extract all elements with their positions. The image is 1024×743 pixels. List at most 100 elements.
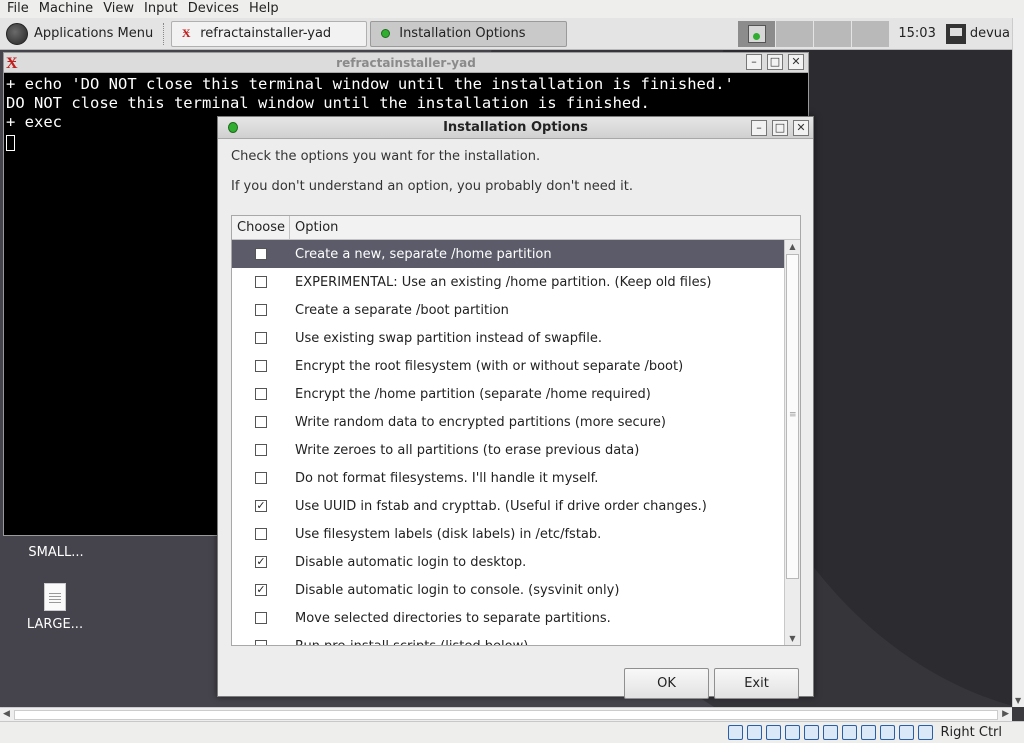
menu-file[interactable]: File bbox=[0, 0, 34, 18]
option-row[interactable]: Create a new, separate /home partition bbox=[232, 240, 785, 268]
audio-icon[interactable] bbox=[765, 725, 781, 740]
menu-view[interactable]: View bbox=[98, 0, 139, 18]
video-capture-icon[interactable] bbox=[860, 725, 876, 740]
terminal-titlebar[interactable]: Ӿ refractainstaller-yad – □ ✕ bbox=[4, 53, 808, 73]
option-row[interactable]: Move selected directories to separate pa… bbox=[232, 604, 785, 632]
panel-clock[interactable]: 15:03 bbox=[890, 26, 941, 41]
terminal-line: + exec bbox=[6, 113, 62, 131]
shared-folders-icon[interactable] bbox=[822, 725, 838, 740]
refracta-installer-icon: Ӿ bbox=[181, 26, 191, 40]
terminal-title: refractainstaller-yad bbox=[336, 55, 476, 70]
option-checkbox-cell bbox=[232, 416, 290, 428]
option-label: Use existing swap partition instead of s… bbox=[295, 330, 602, 346]
option-row[interactable]: Run pre-install scripts (listed below) bbox=[232, 632, 785, 646]
option-row[interactable]: ✓ Disable automatic login to console. (sy… bbox=[232, 576, 785, 604]
optical-drive-icon[interactable] bbox=[746, 725, 762, 740]
option-row[interactable]: ✓ Use UUID in fstab and crypttab. (Useful… bbox=[232, 492, 785, 520]
option-checkbox[interactable] bbox=[255, 612, 267, 624]
desktop-icon-label: LARGE... bbox=[26, 617, 84, 632]
option-checkbox[interactable] bbox=[255, 472, 267, 484]
host-key-label: Right Ctrl bbox=[940, 725, 1003, 740]
option-checkbox-cell: ✓ bbox=[232, 584, 290, 596]
column-header-option[interactable]: Option bbox=[290, 216, 800, 239]
option-checkbox[interactable] bbox=[255, 528, 267, 540]
option-row[interactable]: Write random data to encrypted partition… bbox=[232, 408, 785, 436]
maximize-button[interactable]: □ bbox=[767, 54, 783, 70]
menu-input[interactable]: Input bbox=[139, 0, 183, 18]
hard-disk-icon[interactable] bbox=[727, 725, 743, 740]
maximize-button[interactable]: □ bbox=[772, 120, 788, 136]
option-label: Use filesystem labels (disk labels) in /… bbox=[295, 526, 602, 542]
option-checkbox[interactable]: ✓ bbox=[255, 584, 267, 596]
option-row[interactable]: Do not format filesystems. I'll handle i… bbox=[232, 464, 785, 492]
option-row[interactable]: ✓ Disable automatic login to desktop. bbox=[232, 548, 785, 576]
workspace-2[interactable] bbox=[776, 20, 815, 47]
option-checkbox-cell: ✓ bbox=[232, 500, 290, 512]
close-button[interactable]: ✕ bbox=[788, 54, 804, 70]
option-checkbox[interactable] bbox=[255, 360, 267, 372]
menu-help[interactable]: Help bbox=[244, 0, 284, 18]
option-row[interactable]: Encrypt the /home partition (separate /h… bbox=[232, 380, 785, 408]
workspace-4[interactable] bbox=[852, 20, 891, 47]
option-label: Run pre-install scripts (listed below) bbox=[295, 638, 529, 646]
keyboard-capture-icon[interactable] bbox=[917, 725, 933, 740]
workspace-1[interactable] bbox=[738, 20, 777, 47]
host-horizontal-scrollbar[interactable]: ◀ ▶ bbox=[0, 707, 1012, 721]
menu-machine[interactable]: Machine bbox=[34, 0, 98, 18]
option-row[interactable]: Use existing swap partition instead of s… bbox=[232, 324, 785, 352]
scroll-track[interactable] bbox=[14, 710, 998, 720]
option-label: Disable automatic login to desktop. bbox=[295, 554, 527, 570]
option-checkbox[interactable] bbox=[255, 304, 267, 316]
option-checkbox[interactable]: ✓ bbox=[255, 500, 267, 512]
applications-menu-button[interactable]: Applications Menu bbox=[0, 18, 159, 50]
option-row[interactable]: Encrypt the root filesystem (with or wit… bbox=[232, 352, 785, 380]
option-checkbox[interactable]: ✓ bbox=[255, 556, 267, 568]
minimize-button[interactable]: – bbox=[751, 120, 767, 136]
task-button-terminal[interactable]: Ӿ refractainstaller-yad bbox=[171, 20, 368, 47]
host-vertical-scrollbar[interactable]: ▼ bbox=[1012, 18, 1024, 707]
option-checkbox[interactable] bbox=[255, 276, 267, 288]
workspace-3[interactable] bbox=[814, 20, 853, 47]
option-checkbox-cell bbox=[232, 388, 290, 400]
ok-button[interactable]: OK bbox=[624, 668, 709, 699]
mouse-integration-icon[interactable] bbox=[898, 725, 914, 740]
option-row[interactable]: Use filesystem labels (disk labels) in /… bbox=[232, 520, 785, 548]
list-scrollbar[interactable]: ▲ ▼ bbox=[784, 240, 800, 645]
option-checkbox[interactable] bbox=[255, 416, 267, 428]
applications-menu-label: Applications Menu bbox=[34, 26, 154, 41]
option-row[interactable]: Write zeroes to all partitions (to erase… bbox=[232, 436, 785, 464]
vbox-statusbar: Right Ctrl bbox=[0, 721, 1024, 743]
dialog-titlebar[interactable]: Installation Options – □ ✕ bbox=[218, 117, 813, 139]
minimize-button[interactable]: – bbox=[746, 54, 762, 70]
option-checkbox-cell bbox=[232, 360, 290, 372]
menu-devices[interactable]: Devices bbox=[183, 0, 244, 18]
scroll-down-arrow-icon[interactable]: ▼ bbox=[1015, 696, 1021, 705]
virtualization-icon[interactable] bbox=[879, 725, 895, 740]
scroll-right-arrow-icon[interactable]: ▶ bbox=[1002, 709, 1009, 719]
xfce-panel: Applications Menu Ӿ refractainstaller-ya… bbox=[0, 18, 1012, 50]
option-row[interactable]: EXPERIMENTAL: Use an existing /home part… bbox=[232, 268, 785, 296]
option-checkbox[interactable] bbox=[255, 444, 267, 456]
close-button[interactable]: ✕ bbox=[793, 120, 809, 136]
scroll-thumb[interactable] bbox=[786, 254, 799, 579]
desktop-icon-small[interactable]: SMALL... bbox=[16, 545, 96, 560]
option-checkbox[interactable] bbox=[255, 640, 267, 645]
exit-button[interactable]: Exit bbox=[714, 668, 799, 699]
option-checkbox-cell bbox=[232, 304, 290, 316]
scroll-down-arrow-icon[interactable]: ▼ bbox=[785, 632, 800, 645]
option-checkbox[interactable] bbox=[255, 388, 267, 400]
column-header-choose[interactable]: Choose bbox=[232, 216, 290, 239]
network-icon[interactable] bbox=[784, 725, 800, 740]
scroll-up-arrow-icon[interactable]: ▲ bbox=[785, 240, 800, 253]
option-checkbox[interactable] bbox=[255, 332, 267, 344]
usb-icon[interactable] bbox=[803, 725, 819, 740]
display-icon[interactable] bbox=[841, 725, 857, 740]
desktop-icon-large[interactable]: LARGE... bbox=[15, 583, 95, 632]
panel-separator bbox=[163, 22, 167, 45]
option-checkbox[interactable] bbox=[255, 248, 267, 260]
scroll-left-arrow-icon[interactable]: ◀ bbox=[3, 709, 10, 719]
task-button-installation-options[interactable]: Installation Options bbox=[370, 20, 568, 47]
option-checkbox-cell bbox=[232, 248, 290, 260]
option-row[interactable]: Create a separate /boot partition bbox=[232, 296, 785, 324]
panel-username[interactable]: devua bbox=[970, 26, 1012, 41]
